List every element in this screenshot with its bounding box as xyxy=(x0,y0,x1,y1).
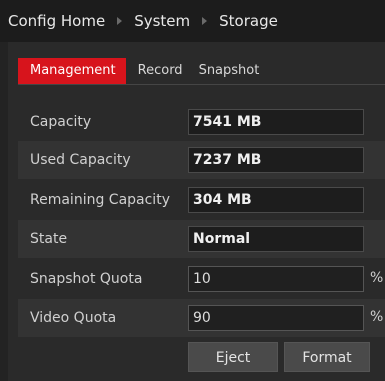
breadcrumb-separator-icon xyxy=(202,17,208,25)
format-button[interactable]: Format xyxy=(284,342,370,372)
video-quota-label: Video Quota xyxy=(30,310,117,326)
tab-bar: Management Record Snapshot xyxy=(18,58,267,84)
remaining-capacity-label: Remaining Capacity xyxy=(30,192,170,208)
video-quota-unit: % xyxy=(370,309,384,325)
breadcrumb-separator-icon xyxy=(117,17,123,25)
used-capacity-row: Used Capacity 7237 MB xyxy=(18,141,385,179)
capacity-row: Capacity 7541 MB xyxy=(18,103,385,141)
tab-management[interactable]: Management xyxy=(18,58,126,84)
capacity-label: Capacity xyxy=(30,114,92,130)
video-quota-row: Video Quota % xyxy=(18,299,385,337)
state-value: Normal xyxy=(188,226,364,252)
eject-button[interactable]: Eject xyxy=(188,342,278,372)
snapshot-quota-label: Snapshot Quota xyxy=(30,271,143,287)
used-capacity-label: Used Capacity xyxy=(30,152,131,168)
tab-record[interactable]: Record xyxy=(130,58,191,84)
snapshot-quota-row: Snapshot Quota % xyxy=(18,260,385,298)
state-row: State Normal xyxy=(18,220,385,258)
tab-divider xyxy=(18,84,385,85)
remaining-capacity-row: Remaining Capacity 304 MB xyxy=(18,181,385,219)
storage-config-window: Config Home System Storage Management Re… xyxy=(0,0,385,381)
snapshot-quota-unit: % xyxy=(370,270,384,286)
tab-snapshot[interactable]: Snapshot xyxy=(191,58,268,84)
snapshot-quota-input[interactable] xyxy=(188,266,364,292)
breadcrumb-storage: Storage xyxy=(219,12,278,30)
capacity-value: 7541 MB xyxy=(188,109,364,135)
breadcrumb-config-home[interactable]: Config Home xyxy=(8,12,105,30)
breadcrumb-system[interactable]: System xyxy=(134,12,190,30)
state-label: State xyxy=(30,231,68,247)
breadcrumb: Config Home System Storage xyxy=(0,0,385,42)
remaining-capacity-value: 304 MB xyxy=(188,187,364,213)
video-quota-input[interactable] xyxy=(188,305,364,331)
used-capacity-value: 7237 MB xyxy=(188,147,364,173)
